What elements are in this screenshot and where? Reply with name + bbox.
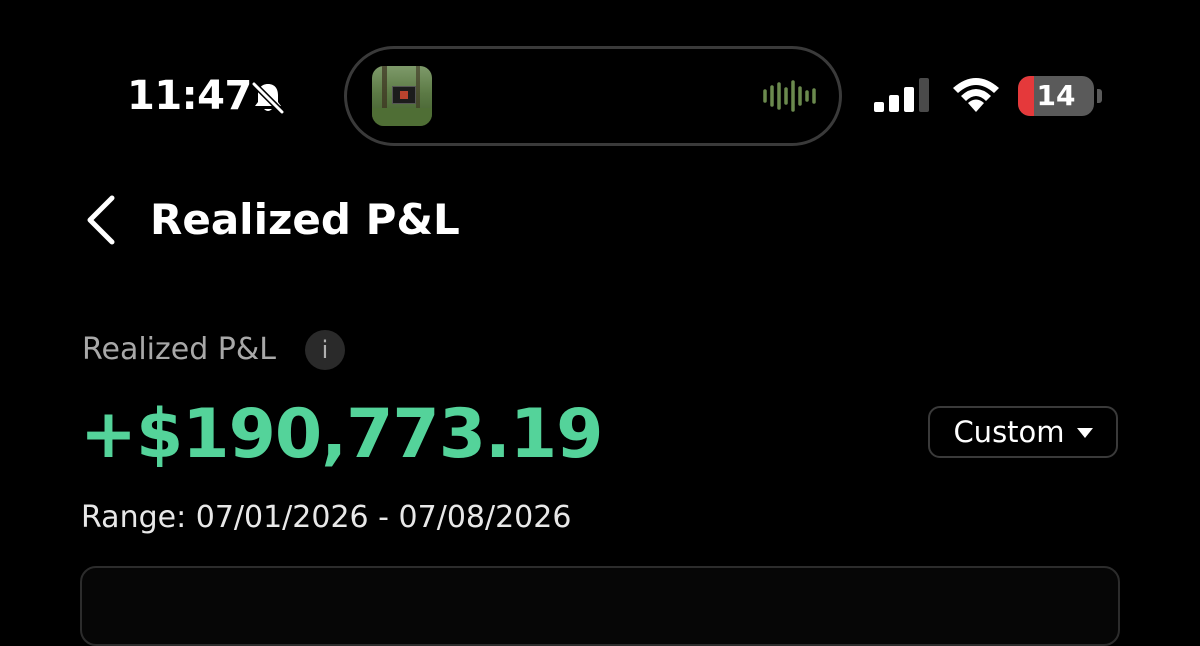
caret-down-icon (1076, 428, 1093, 438)
wifi-icon (953, 78, 999, 112)
period-dropdown[interactable]: Custom (928, 406, 1118, 458)
page-title: Realized P&L (150, 195, 460, 244)
battery-level: 14 (1036, 79, 1076, 112)
audio-waveform-icon (763, 80, 816, 112)
back-button[interactable] (84, 194, 118, 246)
chart-card (80, 566, 1120, 646)
bell-slash-icon (251, 81, 285, 115)
period-dropdown-label: Custom (953, 415, 1065, 449)
cellular-signal-icon (874, 78, 929, 112)
info-icon[interactable]: i (305, 330, 345, 370)
battery-icon: 14 (1018, 76, 1104, 116)
pnl-label: Realized P&L (82, 332, 276, 367)
chevron-left-icon (87, 195, 115, 245)
pnl-amount: +$190,773.19 (80, 395, 603, 474)
now-playing-thumbnail[interactable] (372, 66, 432, 126)
status-time: 11:47 (127, 73, 252, 119)
date-range: Range: 07/01/2026 - 07/08/2026 (81, 500, 572, 535)
